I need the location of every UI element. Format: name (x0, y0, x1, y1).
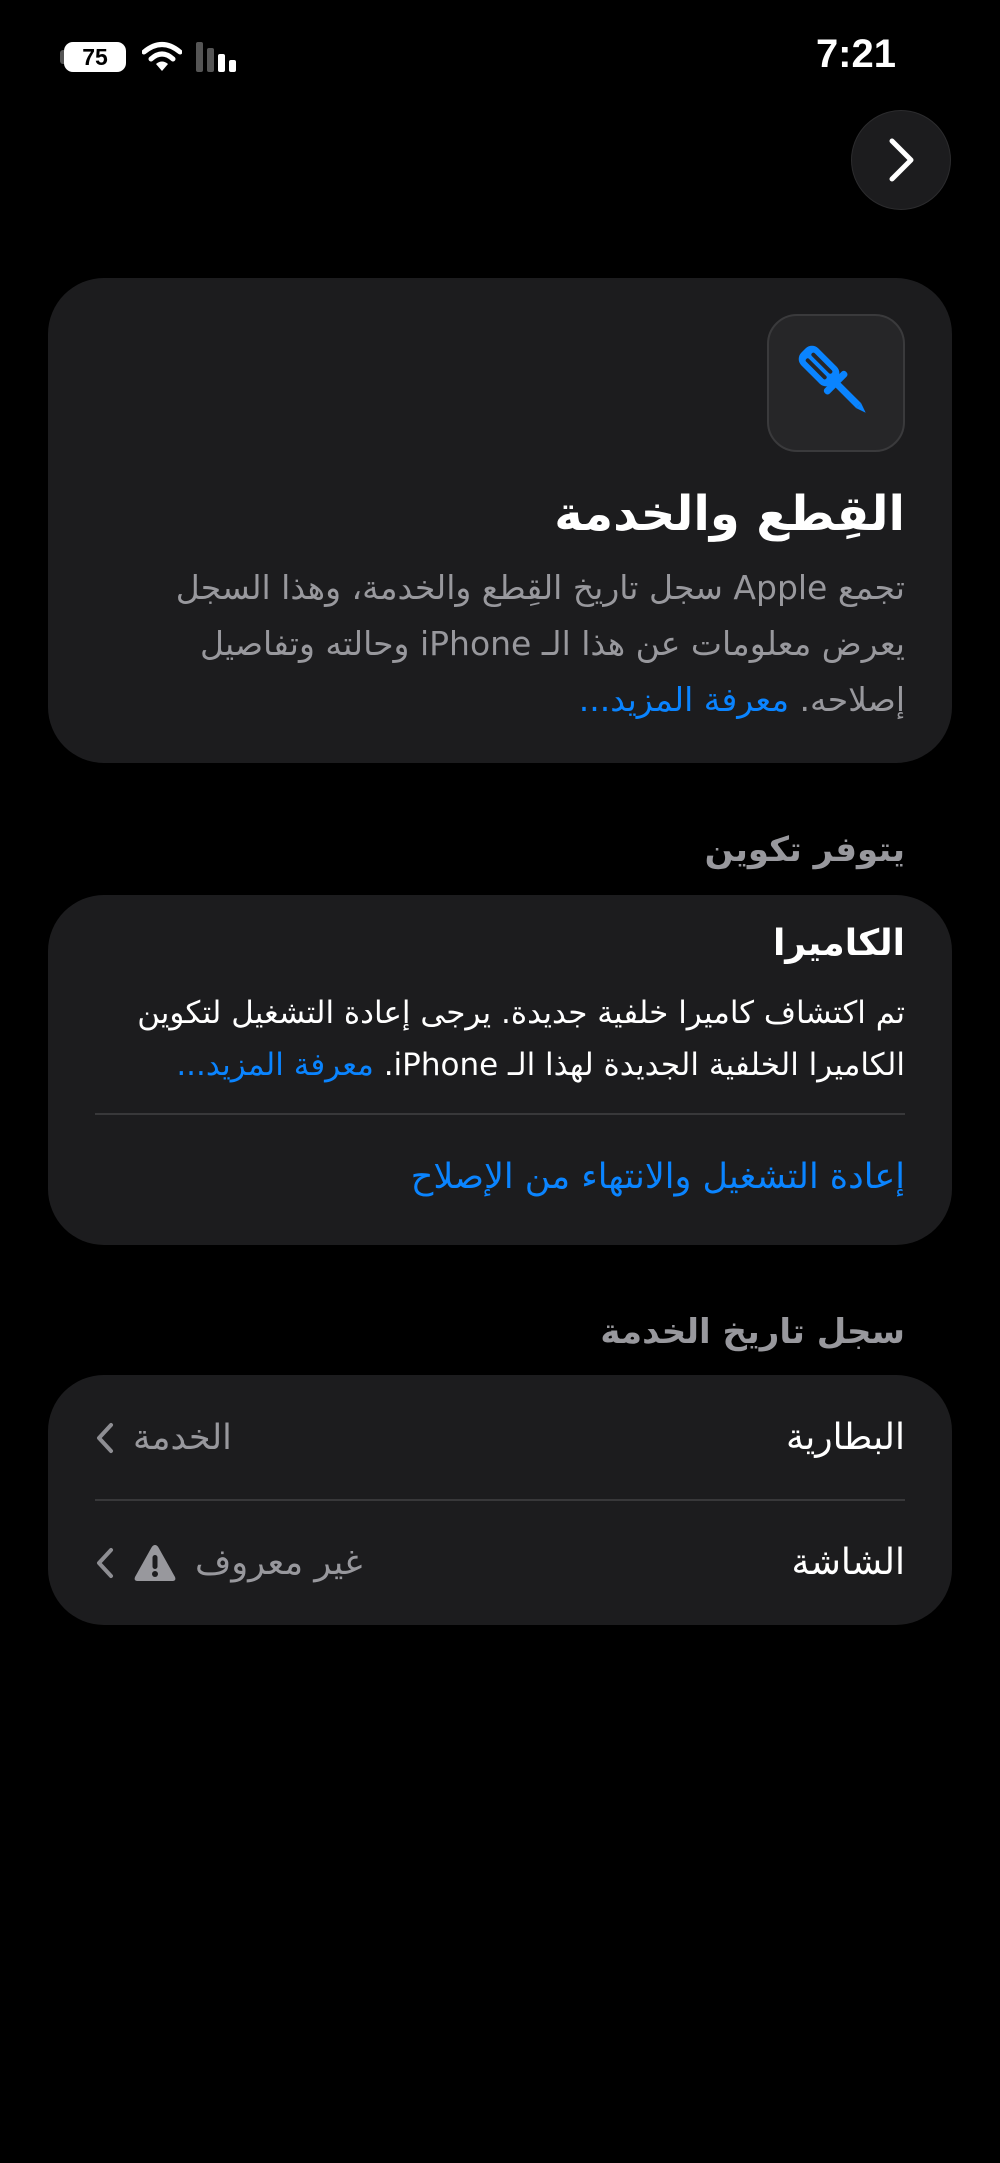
chevron-left-icon (97, 1422, 113, 1453)
history-row-screen[interactable]: الشاشة غير معروف (48, 1500, 952, 1625)
screen-status: غير معروف (195, 1542, 363, 1583)
learn-more-link[interactable]: معرفة المزيد... (579, 680, 789, 719)
warning-icon (134, 1544, 176, 1581)
restart-finish-repair-button[interactable]: إعادة التشغيل والانتهاء من الإصلاح (411, 1157, 905, 1197)
divider (95, 1113, 905, 1115)
row-label-screen: الشاشة (791, 1542, 905, 1583)
app-icon (767, 314, 905, 452)
service-history-section-header: سجل تاريخ الخدمة (600, 1312, 905, 1352)
service-history-card: البطارية الخدمة الشاشة غير معروف (48, 1375, 952, 1625)
chevron-right-icon (889, 138, 914, 182)
clock: 7:21 (815, 32, 896, 76)
next-button[interactable] (851, 110, 951, 210)
wifi-icon (142, 42, 182, 71)
camera-configuration-card: الكاميرا تم اكتشاف كاميرا خلفية جديدة. ي… (48, 895, 952, 1245)
status-bar: 75 7:21 (0, 28, 1000, 88)
configuration-section-header: يتوفر تكوين (704, 830, 905, 870)
camera-learn-more-link[interactable]: معرفة المزيد... (176, 1047, 374, 1083)
camera-description: تم اكتشاف كاميرا خلفية جديدة. يرجى إعادة… (85, 987, 905, 1091)
intro-description: تجمع Apple سجل تاريخ القِطع والخدمة، وهذ… (105, 560, 905, 728)
intro-text: تجمع Apple سجل تاريخ القِطع والخدمة، وهذ… (175, 568, 905, 719)
battery-status: الخدمة (133, 1417, 232, 1458)
history-row-battery[interactable]: البطارية الخدمة (48, 1375, 952, 1500)
page-title: القِطع والخدمة (554, 486, 905, 542)
row-detail-screen: غير معروف (95, 1543, 362, 1583)
battery-icon: 75 (64, 42, 126, 72)
parts-service-intro-card: القِطع والخدمة تجمع Apple سجل تاريخ القِ… (48, 278, 952, 763)
screwdriver-icon (798, 345, 866, 413)
row-label-battery: البطارية (785, 1417, 905, 1458)
cellular-signal-icon (196, 42, 236, 72)
chevron-left-icon (97, 1547, 113, 1578)
battery-level: 75 (82, 44, 108, 70)
camera-title: الكاميرا (772, 923, 905, 964)
row-detail-battery: الخدمة (95, 1418, 232, 1458)
